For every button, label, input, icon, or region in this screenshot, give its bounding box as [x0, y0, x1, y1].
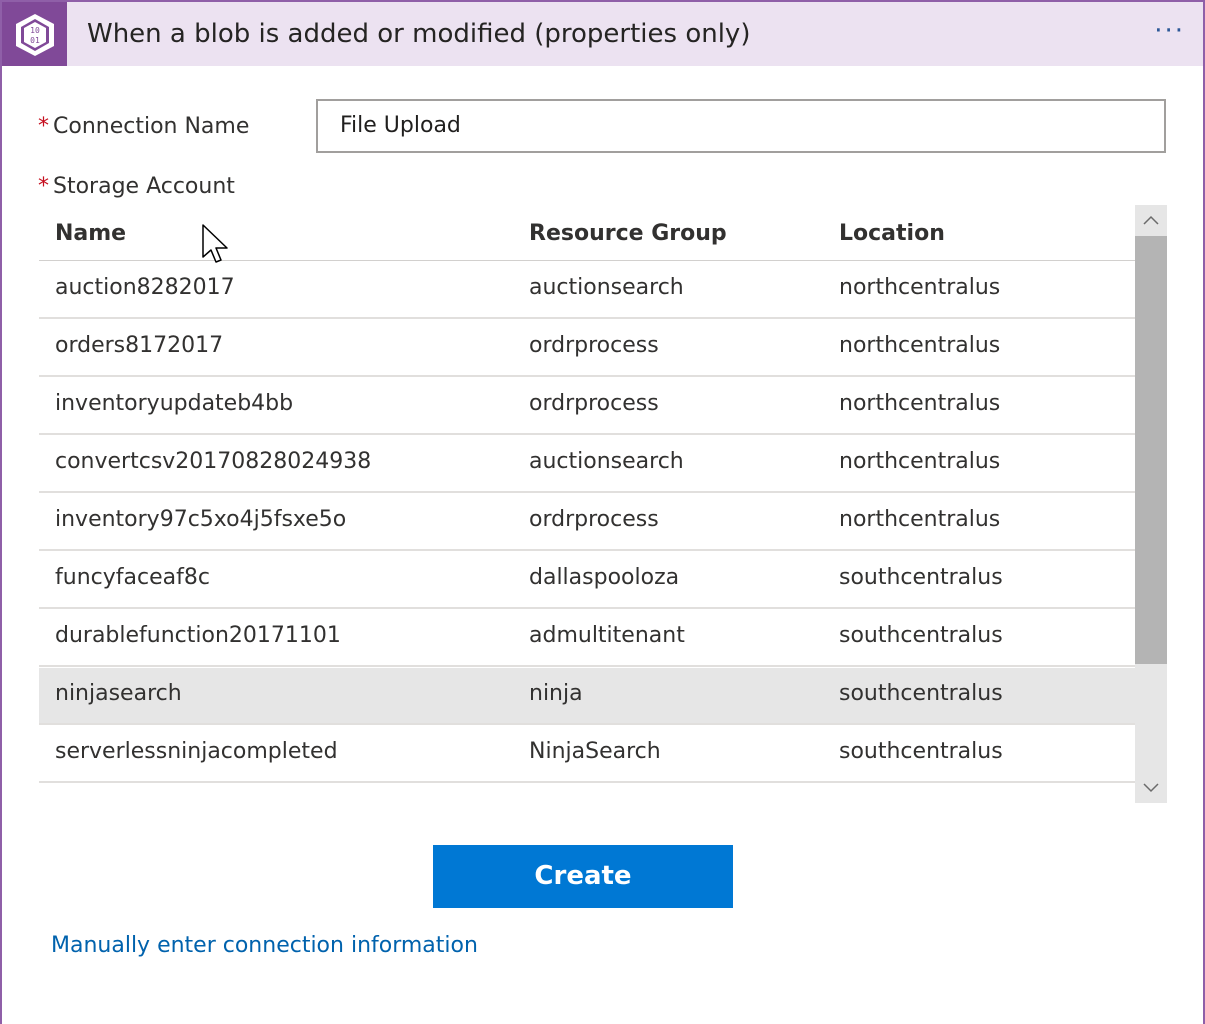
row-name: durablefunction20171101 [55, 623, 341, 648]
scrollbar-thumb[interactable] [1135, 236, 1167, 664]
svg-text:10: 10 [30, 26, 40, 35]
card-header[interactable]: 10 01 When a blob is added or modified (… [2, 2, 1203, 66]
row-location: southcentralus [839, 623, 1003, 648]
connection-name-label: * Connection Name [38, 114, 249, 139]
connection-name-input[interactable]: File Upload [316, 99, 1166, 153]
svg-text:01: 01 [30, 36, 40, 45]
row-resource-group: NinjaSearch [529, 739, 661, 764]
row-location: southcentralus [839, 681, 1003, 706]
row-location: southcentralus [839, 739, 1003, 764]
table-row[interactable]: auction8282017 auctionsearch northcentra… [39, 262, 1135, 319]
column-header-name[interactable]: Name [55, 221, 126, 246]
blob-storage-icon: 10 01 [2, 2, 67, 66]
row-location: southcentralus [839, 565, 1003, 590]
table-row[interactable]: orders8172017 ordrprocess northcentralus [39, 320, 1135, 377]
table-row[interactable]: convertcsv20170828024938 auctionsearch n… [39, 436, 1135, 493]
trigger-title: When a blob is added or modified (proper… [87, 19, 751, 49]
row-location: northcentralus [839, 275, 1001, 300]
create-button[interactable]: Create [433, 845, 733, 908]
scroll-down-arrow-icon[interactable] [1135, 773, 1167, 803]
row-name: convertcsv20170828024938 [55, 449, 372, 474]
more-options-button[interactable]: ··· [1154, 16, 1185, 46]
row-name: orders8172017 [55, 333, 224, 358]
scroll-up-arrow-icon[interactable] [1135, 205, 1167, 235]
column-header-resource-group[interactable]: Resource Group [529, 221, 727, 246]
column-header-location[interactable]: Location [839, 221, 945, 246]
row-resource-group: dallaspooloza [529, 565, 680, 590]
row-resource-group: ordrprocess [529, 507, 659, 532]
row-location: northcentralus [839, 449, 1001, 474]
row-name: serverlessninjacompleted [55, 739, 338, 764]
row-name: ninjasearch [55, 681, 182, 706]
storage-account-table: Name Resource Group Location auction8282… [39, 205, 1135, 783]
storage-account-label: * Storage Account [38, 174, 235, 199]
required-marker: * [38, 114, 49, 139]
row-resource-group: ordrprocess [529, 333, 659, 358]
row-name: inventoryupdateb4bb [55, 391, 294, 416]
table-row-selected[interactable]: ninjasearch ninja southcentralus [39, 668, 1135, 725]
row-location: northcentralus [839, 391, 1001, 416]
table-row[interactable]: serverlessninjacompleted NinjaSearch sou… [39, 726, 1135, 783]
mouse-pointer-icon [202, 224, 230, 270]
row-resource-group: ninja [529, 681, 583, 706]
table-scrollbar[interactable] [1135, 205, 1167, 803]
row-name: auction8282017 [55, 275, 235, 300]
table-row[interactable]: inventory97c5xo4j5fsxe5o ordrprocess nor… [39, 494, 1135, 551]
table-row[interactable]: funcyfaceaf8c dallaspooloza southcentral… [39, 552, 1135, 609]
table-row[interactable]: inventoryupdateb4bb ordrprocess northcen… [39, 378, 1135, 435]
row-location: northcentralus [839, 333, 1001, 358]
manual-connection-link[interactable]: Manually enter connection information [51, 933, 478, 958]
required-marker: * [38, 174, 49, 199]
row-resource-group: auctionsearch [529, 275, 684, 300]
connection-name-label-text: Connection Name [53, 114, 250, 139]
row-resource-group: auctionsearch [529, 449, 684, 474]
table-row[interactable]: durablefunction20171101 admultitenant so… [39, 610, 1135, 667]
row-resource-group: admultitenant [529, 623, 685, 648]
row-location: northcentralus [839, 507, 1001, 532]
row-resource-group: ordrprocess [529, 391, 659, 416]
row-name: inventory97c5xo4j5fsxe5o [55, 507, 347, 532]
row-name: funcyfaceaf8c [55, 565, 210, 590]
storage-account-label-text: Storage Account [53, 174, 235, 199]
